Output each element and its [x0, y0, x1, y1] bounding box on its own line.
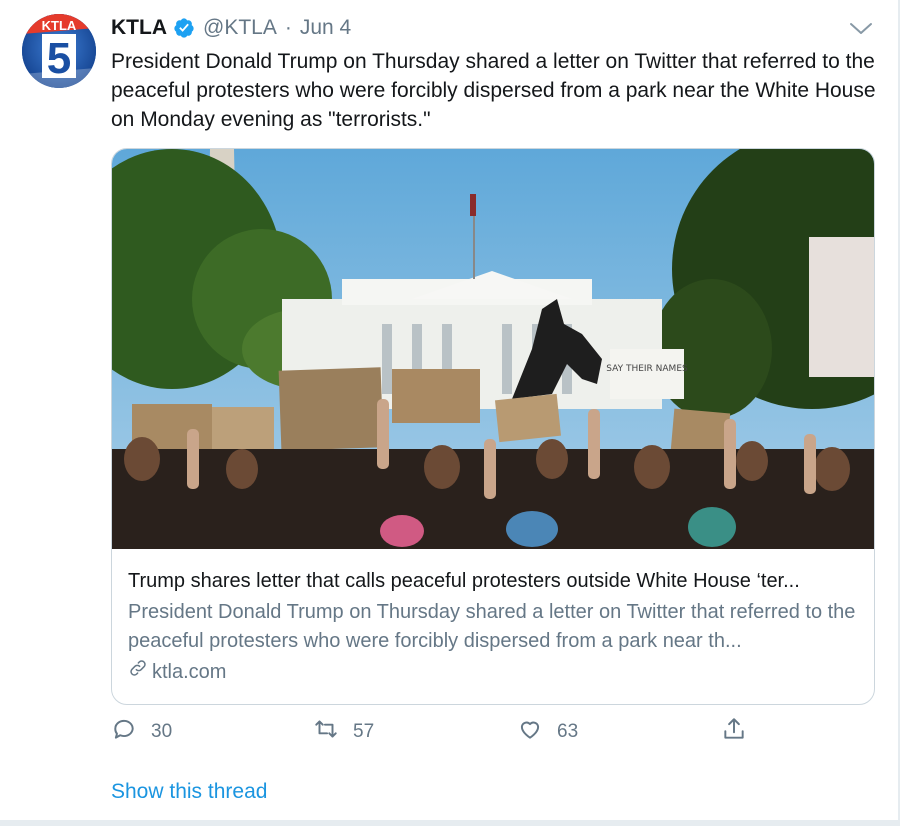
sign-text: SAY THEIR NAMES — [606, 364, 688, 374]
heart-icon — [517, 716, 543, 748]
tweet-header: KTLA @KTLA · Jun 4 — [111, 16, 351, 40]
tweet-date[interactable]: Jun 4 — [300, 16, 351, 40]
tweet-text: President Donald Trump on Thursday share… — [111, 50, 876, 131]
link-icon — [128, 658, 148, 685]
avatar[interactable]: KTLA 5 — [22, 14, 96, 88]
retweet-count: 57 — [353, 721, 375, 742]
chevron-down-icon[interactable] — [848, 18, 874, 40]
like-button[interactable]: 63 — [517, 716, 578, 748]
like-count: 63 — [557, 721, 579, 742]
card-description: President Donald Trump on Thursday share… — [128, 601, 856, 652]
tweet-actions: 30 57 63 — [111, 716, 771, 752]
link-card[interactable]: SAY THEIR NAMES BL — [111, 148, 875, 705]
tweet[interactable]: KTLA 5 KTLA @KTLA · Jun 4 President Dona… — [0, 0, 899, 821]
card-image[interactable]: SAY THEIR NAMES BL — [112, 149, 874, 554]
verified-badge-icon — [173, 17, 195, 39]
card-domain-text: ktla.com — [152, 660, 227, 683]
header-separator: · — [284, 16, 292, 39]
card-domain: ktla.com — [128, 658, 226, 685]
card-title: Trump shares letter that calls peaceful … — [128, 570, 800, 592]
reply-button[interactable]: 30 — [111, 716, 172, 748]
handle[interactable]: @KTLA — [203, 16, 277, 40]
avatar-logo-text: KTLA — [42, 18, 77, 33]
share-button[interactable] — [721, 716, 747, 748]
retweet-icon — [313, 716, 339, 748]
reply-icon — [111, 716, 137, 748]
reply-count: 30 — [151, 721, 173, 742]
show-thread-link[interactable]: Show this thread — [111, 780, 267, 804]
share-icon — [721, 716, 747, 748]
retweet-button[interactable]: 57 — [313, 716, 374, 748]
avatar-logo-number: 5 — [47, 34, 71, 83]
display-name[interactable]: KTLA — [111, 16, 167, 40]
